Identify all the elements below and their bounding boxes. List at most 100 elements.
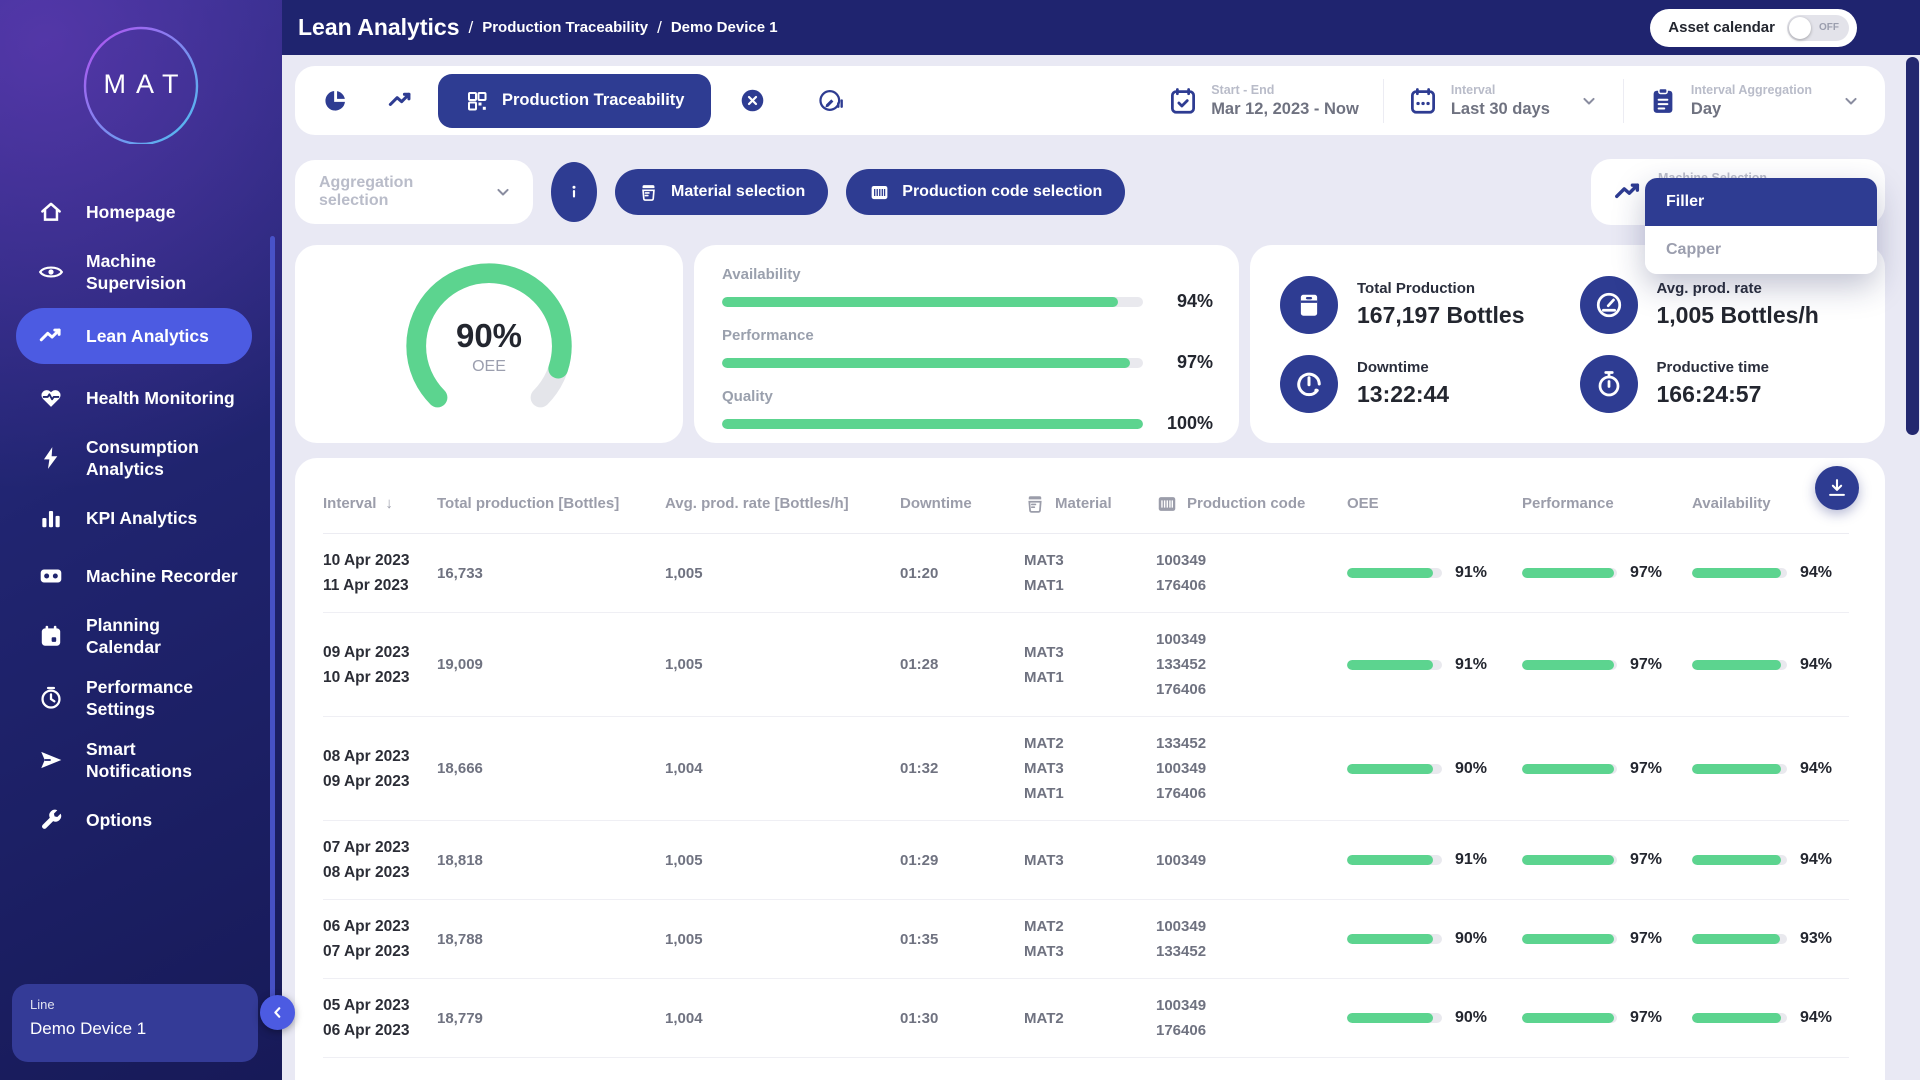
oee-bar-track bbox=[1347, 1013, 1442, 1023]
breadcrumb-separator: / bbox=[657, 18, 662, 38]
production-traceability-tab[interactable]: Production Traceability bbox=[438, 74, 711, 128]
machine-option-capper[interactable]: Capper bbox=[1645, 226, 1877, 274]
sidebar-item-planning-calendar[interactable]: PlanningCalendar bbox=[0, 606, 268, 666]
performance-bar-fill bbox=[1522, 568, 1614, 578]
traceability-table-card: Interval↓Total production [Bottles]Avg. … bbox=[295, 458, 1885, 1080]
downtime-cell: 01:28 bbox=[900, 656, 1024, 673]
stopwatch-icon bbox=[1580, 355, 1638, 413]
line-selector-card[interactable]: Line Demo Device 1 bbox=[12, 984, 258, 1062]
sidebar-item-machine-supervision[interactable]: MachineSupervision bbox=[0, 242, 268, 302]
sidebar-collapse-button[interactable] bbox=[260, 995, 295, 1030]
machine-option-filler[interactable]: Filler bbox=[1645, 178, 1877, 226]
column-label: OEE bbox=[1347, 495, 1379, 512]
quality-bar-label: Quality bbox=[722, 388, 1213, 405]
selection-bar: Aggregation selection Material selection… bbox=[295, 159, 1885, 225]
table-body: 10 Apr 202311 Apr 202316,7331,00501:20MA… bbox=[323, 534, 1849, 1058]
availability-bar-value: 94% bbox=[1800, 851, 1832, 869]
edit-chart-button[interactable] bbox=[802, 74, 860, 128]
downtime-cell: 01:20 bbox=[900, 565, 1024, 582]
settings-button[interactable] bbox=[1872, 13, 1902, 43]
qr-code-icon bbox=[465, 89, 489, 113]
date-controls: Start - End Mar 12, 2023 - Now Interval … bbox=[1144, 66, 1885, 135]
heart-icon bbox=[38, 385, 64, 411]
quality-bar-group: Quality100% bbox=[722, 388, 1213, 434]
column-header-interval[interactable]: Interval↓ bbox=[323, 495, 437, 512]
column-label: Interval bbox=[323, 495, 376, 512]
interval-cell: 07 Apr 202308 Apr 2023 bbox=[323, 835, 437, 885]
avg-prod-rate-cell: 1,005 bbox=[665, 852, 900, 869]
performance-bar: 97% bbox=[1522, 851, 1692, 869]
availability-bar-fill bbox=[1692, 568, 1781, 578]
download-button[interactable] bbox=[1815, 466, 1859, 510]
home-icon bbox=[38, 199, 64, 225]
production-code-cell: 100349 bbox=[1156, 848, 1347, 873]
page-scrollbar-thumb[interactable] bbox=[1906, 57, 1919, 435]
breadcrumb-device[interactable]: Demo Device 1 bbox=[671, 19, 778, 36]
table-row: 08 Apr 202309 Apr 202318,6661,00401:32MA… bbox=[323, 717, 1849, 821]
sidebar-nav: HomepageMachineSupervision Lean Analytics… bbox=[0, 168, 282, 848]
material-cell: MAT2MAT3MAT1 bbox=[1024, 731, 1156, 806]
clear-selection-button[interactable] bbox=[723, 74, 781, 128]
info-button[interactable] bbox=[551, 162, 597, 222]
oee-bar-fill bbox=[1347, 855, 1433, 865]
interval-aggregation-selector[interactable]: Interval Aggregation Day bbox=[1623, 79, 1885, 123]
availability-bar: 94% bbox=[1692, 1009, 1849, 1027]
pie-chart-view-tab[interactable] bbox=[306, 74, 364, 128]
total-production-cell: 16,733 bbox=[437, 565, 665, 582]
trend-view-tab[interactable] bbox=[371, 74, 429, 128]
interval-cell: 08 Apr 202309 Apr 2023 bbox=[323, 744, 437, 794]
sidebar-item-options[interactable]: Options bbox=[0, 792, 268, 848]
availability-bar-value: 93% bbox=[1800, 930, 1832, 948]
production-code-cell: 133452100349176406 bbox=[1156, 731, 1347, 806]
breadcrumb-separator: / bbox=[468, 18, 473, 38]
sidebar-item-consumption-analytics[interactable]: ConsumptionAnalytics bbox=[0, 428, 268, 488]
sidebar-item-homepage[interactable]: Homepage bbox=[0, 184, 268, 240]
sidebar-scrollbar[interactable] bbox=[270, 236, 275, 1008]
interval-selector[interactable]: Interval Last 30 days bbox=[1383, 79, 1623, 123]
sidebar-item-lean-analytics[interactable]: Lean Analytics bbox=[16, 308, 252, 364]
sidebar-item-health-monitoring[interactable]: Health Monitoring bbox=[0, 370, 268, 426]
calendar-icon bbox=[1408, 86, 1438, 116]
sidebar-item-performance-settings[interactable]: PerformanceSettings bbox=[0, 668, 268, 728]
performance-bar-value: 97% bbox=[1159, 352, 1213, 373]
production-code-cell: 100349176406 bbox=[1156, 548, 1347, 598]
production-code-selection-button[interactable]: Production code selection bbox=[846, 169, 1125, 215]
oee-bar-value: 90% bbox=[1455, 760, 1487, 778]
stat-value: 167,197 Bottles bbox=[1357, 302, 1524, 329]
availability-bar: 94% bbox=[1692, 851, 1849, 869]
oee-bar-track bbox=[1347, 660, 1442, 670]
column-label: Availability bbox=[1692, 495, 1771, 512]
availability-bar: 93% bbox=[1692, 930, 1849, 948]
oee-bar-track bbox=[1347, 934, 1442, 944]
total-production-cell: 18,788 bbox=[437, 931, 665, 948]
availability-bar-value: 94% bbox=[1159, 291, 1213, 312]
asset-calendar-toggle-pill[interactable]: Asset calendar OFF bbox=[1650, 9, 1857, 47]
oee-bar-value: 91% bbox=[1455, 851, 1487, 869]
chevron-down-icon bbox=[493, 182, 513, 202]
aggregation-selection-dropdown[interactable]: Aggregation selection bbox=[295, 160, 533, 224]
sidebar-item-machine-recorder[interactable]: Machine Recorder bbox=[0, 548, 268, 604]
stat-downtime: Downtime13:22:44 bbox=[1280, 344, 1580, 423]
date-range-selector[interactable]: Start - End Mar 12, 2023 - Now bbox=[1144, 79, 1383, 123]
availability-bar: 94% bbox=[1692, 656, 1849, 674]
oee-bar-fill bbox=[1347, 568, 1433, 578]
stat-avg-prod-rate: Avg. prod. rate1,005 Bottles/h bbox=[1580, 265, 1880, 344]
breadcrumb-section[interactable]: Production Traceability bbox=[482, 19, 648, 36]
performance-bar-group: Performance97% bbox=[722, 327, 1213, 373]
kpi-icon bbox=[38, 505, 64, 531]
availability-bar: 94% bbox=[1692, 564, 1849, 582]
logo-text: MAT bbox=[94, 69, 189, 100]
interval-aggregation-label: Interval Aggregation bbox=[1691, 83, 1812, 97]
sidebar-item-kpi-analytics[interactable]: KPI Analytics bbox=[0, 490, 268, 546]
asset-calendar-switch[interactable]: OFF bbox=[1787, 15, 1849, 41]
material-selection-button[interactable]: Material selection bbox=[615, 169, 828, 215]
calendar-icon bbox=[38, 623, 64, 649]
column-header-performance: Performance bbox=[1522, 495, 1692, 512]
performance-bar-track bbox=[1522, 568, 1617, 578]
oee-bar-value: 91% bbox=[1455, 656, 1487, 674]
availability-bar-fill bbox=[1692, 855, 1781, 865]
availability-bar-track bbox=[722, 297, 1143, 307]
material-cell: MAT2 bbox=[1024, 1006, 1156, 1031]
sidebar-item-smart-notifications[interactable]: SmartNotifications bbox=[0, 730, 268, 790]
performance-bar-fill bbox=[1522, 934, 1614, 944]
